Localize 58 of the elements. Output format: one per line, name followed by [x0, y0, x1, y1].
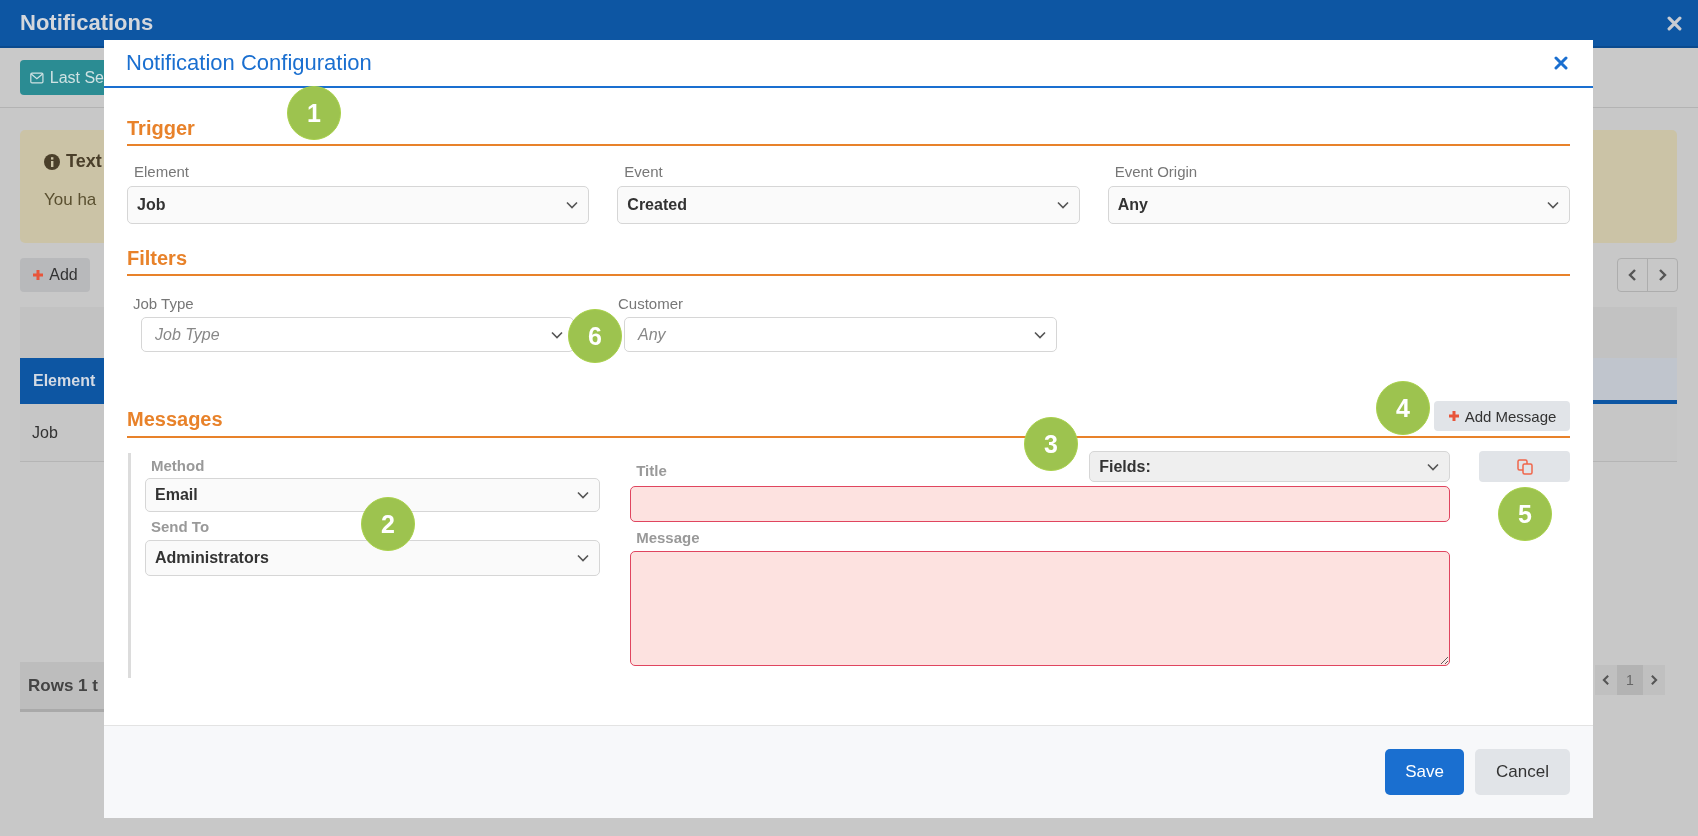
field-label: Element: [133, 163, 190, 181]
envelope-icon: [30, 70, 44, 85]
chevron-down-icon: [566, 201, 579, 209]
chevron-left-icon: [1602, 674, 1610, 686]
plus-icon: [1447, 410, 1460, 422]
chevron-down-icon: [1427, 462, 1440, 471]
add-button[interactable]: Add: [20, 258, 90, 292]
select-field[interactable]: Created: [617, 186, 1080, 224]
copy-icon: [1516, 458, 1533, 475]
next-page-button[interactable]: [1643, 665, 1665, 695]
number-badge: 3: [1024, 417, 1078, 471]
field-label: Job Type: [132, 295, 194, 313]
field-label: Message: [635, 529, 700, 547]
alert-text: You ha: [44, 190, 98, 210]
chevron-down-icon: [577, 554, 590, 562]
close-icon: [1667, 15, 1682, 31]
number-badge: 5: [1498, 487, 1552, 541]
number-badge: 4: [1376, 381, 1430, 435]
field-label: Event: [623, 163, 663, 181]
field-label: Method: [150, 457, 205, 475]
chevron-down-icon: [551, 330, 563, 339]
chevron-left-icon: [1628, 268, 1637, 282]
save-button[interactable]: Save: [1385, 749, 1464, 795]
alert-title: Text: [66, 151, 102, 172]
select-field[interactable]: Job: [127, 186, 590, 224]
select-field[interactable]: Administrators: [145, 540, 601, 576]
row-count-text: Rows 1 t: [20, 662, 104, 712]
previous-page-button[interactable]: [1595, 665, 1617, 695]
section-heading: Messages: [127, 407, 223, 431]
select-field[interactable]: Fields:: [1089, 451, 1451, 482]
column-header: Element: [20, 357, 104, 405]
chevron-down-icon: [1056, 201, 1069, 209]
field-label: Title: [635, 462, 667, 480]
info-icon: [44, 153, 60, 170]
chevron-right-icon: [1650, 674, 1658, 686]
close-button[interactable]: [1554, 56, 1568, 70]
field-label: Event Origin: [1113, 163, 1198, 181]
chevron-down-icon: [577, 491, 590, 499]
add-message-button[interactable]: Add Message: [1434, 401, 1570, 431]
select-field[interactable]: Email: [145, 478, 601, 512]
plus-icon: [32, 269, 45, 281]
close-icon: [1554, 56, 1568, 70]
dialog-title: Notification Configuration: [126, 50, 372, 76]
chevron-down-icon: [1547, 201, 1559, 209]
input-field[interactable]: [630, 486, 1451, 522]
select-field[interactable]: Any: [1107, 186, 1570, 224]
select-field[interactable]: Any: [624, 317, 1057, 352]
chevron-right-icon: [1658, 268, 1667, 282]
number-badge: 1: [287, 86, 341, 140]
select-field[interactable]: Job Type: [141, 317, 574, 352]
cancel-button[interactable]: Cancel: [1475, 749, 1570, 795]
field-label: Send To: [150, 518, 210, 536]
number-badge: 6: [568, 309, 622, 363]
section-heading: Filters: [127, 246, 188, 270]
copy-button[interactable]: [1479, 451, 1570, 482]
chevron-down-icon: [1034, 330, 1046, 339]
section-heading: Trigger: [127, 116, 195, 140]
page-title: Notifications: [20, 10, 154, 36]
